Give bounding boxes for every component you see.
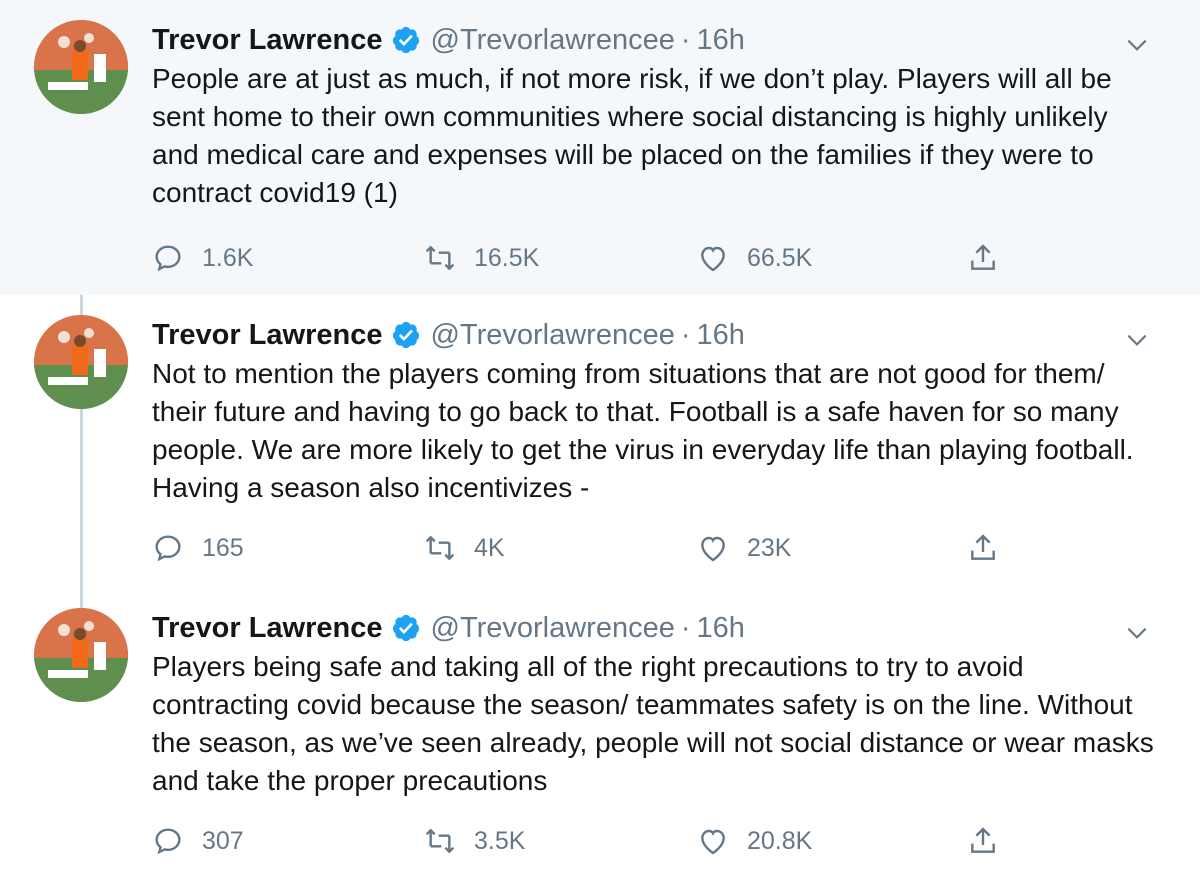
share-icon xyxy=(971,244,995,270)
separator-dot: · xyxy=(680,23,691,56)
tweet-text: People are at just as much, if not more … xyxy=(152,63,1112,208)
tweet-actions: 307 3.5K 20.8K xyxy=(152,821,1052,861)
avatar[interactable] xyxy=(34,608,128,702)
retweet-button[interactable]: 4K xyxy=(424,528,505,568)
author-handle[interactable]: @Trevorlawrencee xyxy=(431,612,675,645)
like-button[interactable]: 23K xyxy=(697,528,791,568)
retweet-count: 3.5K xyxy=(474,826,526,855)
like-count: 23K xyxy=(747,533,792,562)
reply-icon xyxy=(155,535,181,562)
author-name[interactable]: Trevor Lawrence xyxy=(152,612,383,645)
reply-count: 1.6K xyxy=(202,243,254,272)
reply-icon xyxy=(155,828,181,855)
tweet-header: Trevor Lawrence @Trevorlawrencee · 16h xyxy=(152,315,1160,355)
share-button[interactable] xyxy=(967,821,999,861)
share-icon xyxy=(971,534,995,560)
reply-button[interactable]: 165 xyxy=(152,528,244,568)
like-button[interactable]: 20.8K xyxy=(697,821,812,861)
share-button[interactable] xyxy=(967,528,999,568)
reply-count: 307 xyxy=(202,826,244,855)
chevron-down-icon[interactable] xyxy=(1124,620,1150,646)
tweet-1[interactable]: Trevor Lawrence @Trevorlawrencee · 16h P… xyxy=(0,0,1200,295)
chevron-down-icon[interactable] xyxy=(1124,32,1150,58)
author-handle[interactable]: @Trevorlawrencee xyxy=(431,319,675,352)
separator-dot: · xyxy=(680,318,691,351)
author-name[interactable]: Trevor Lawrence xyxy=(152,319,383,352)
heart-icon xyxy=(701,246,725,272)
reply-button[interactable]: 307 xyxy=(152,821,244,861)
reply-button[interactable]: 1.6K xyxy=(152,238,253,278)
heart-icon xyxy=(701,536,725,562)
retweet-count: 4K xyxy=(474,533,505,562)
tweet-3[interactable]: Trevor Lawrence @Trevorlawrencee · 16h P… xyxy=(0,590,1200,880)
reply-count: 165 xyxy=(202,533,244,562)
timestamp[interactable]: 16h xyxy=(697,319,745,352)
timestamp[interactable]: 16h xyxy=(697,612,745,645)
retweet-count: 16.5K xyxy=(474,243,540,272)
retweet-button[interactable]: 3.5K xyxy=(424,821,525,861)
avatar-image xyxy=(34,20,128,114)
tweet-actions: 1.6K 16.5K 66.5K xyxy=(152,238,1052,278)
tweet-header: Trevor Lawrence @Trevorlawrencee · 16h xyxy=(152,608,1160,648)
author-name[interactable]: Trevor Lawrence xyxy=(152,24,383,57)
tweet-2[interactable]: Trevor Lawrence @Trevorlawrencee · 16h N… xyxy=(0,295,1200,590)
retweet-icon xyxy=(425,245,455,271)
tweet-text: Not to mention the players coming from s… xyxy=(152,358,1134,503)
retweet-icon xyxy=(425,828,455,854)
tweet-text: Players being safe and taking all of the… xyxy=(152,651,1154,796)
author-handle[interactable]: @Trevorlawrencee xyxy=(431,24,675,57)
verified-badge-icon xyxy=(392,614,419,642)
like-button[interactable]: 66.5K xyxy=(697,238,812,278)
share-button[interactable] xyxy=(967,238,999,278)
timestamp[interactable]: 16h xyxy=(697,24,745,57)
tweet-actions: 165 4K 23K xyxy=(152,528,1052,568)
verified-badge-icon xyxy=(392,26,419,54)
heart-icon xyxy=(701,829,725,855)
avatar[interactable] xyxy=(34,20,128,114)
retweet-icon xyxy=(425,535,455,561)
retweet-button[interactable]: 16.5K xyxy=(424,238,539,278)
avatar[interactable] xyxy=(34,315,128,409)
reply-icon xyxy=(155,245,181,272)
separator-dot: · xyxy=(680,611,691,644)
chevron-down-icon[interactable] xyxy=(1124,327,1150,353)
like-count: 66.5K xyxy=(747,243,813,272)
avatar-image xyxy=(34,315,128,409)
avatar-image xyxy=(34,608,128,702)
tweet-header: Trevor Lawrence @Trevorlawrencee · 16h xyxy=(152,20,1160,60)
share-icon xyxy=(971,827,995,853)
like-count: 20.8K xyxy=(747,826,813,855)
verified-badge-icon xyxy=(392,321,419,349)
